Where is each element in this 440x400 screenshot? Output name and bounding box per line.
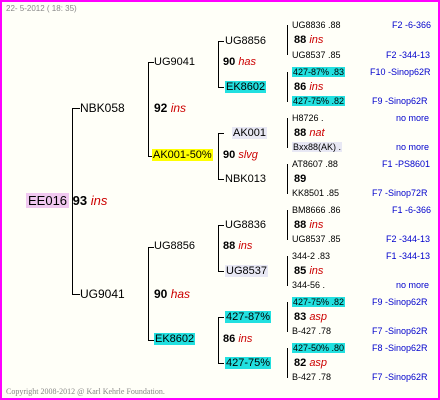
sire-id: NBK058	[80, 101, 125, 115]
timestamp: 22- 5-2012 ( 18: 35)	[6, 4, 77, 13]
root-node[interactable]: EE016 93 ins	[26, 193, 107, 208]
gen5-loc: F7 -Sinop62R	[372, 326, 428, 336]
gen5-loc: F8 -Sinop62R	[372, 343, 428, 353]
gen4-node[interactable]: AK001	[232, 127, 268, 139]
gen5-score: 86 ins	[294, 81, 324, 93]
gen3-score: 90 has	[223, 56, 257, 68]
gen3-node[interactable]: EK8602	[154, 333, 196, 345]
gen5-score: 83 asp	[294, 311, 328, 323]
gen4-node[interactable]: 427-75%	[225, 357, 272, 369]
gen5-id[interactable]: KK8501 .85	[292, 188, 339, 198]
gen5-id[interactable]: 344-56 .	[292, 280, 325, 290]
gen4-node[interactable]: NBK013	[225, 173, 266, 185]
gen3-score: 86 ins	[223, 333, 253, 345]
gen5-id[interactable]: UG8836 .88	[292, 20, 341, 30]
gen5-id[interactable]: 344-2 .83	[292, 251, 330, 261]
gen3-score: 88 ins	[223, 240, 253, 252]
gen5-id[interactable]: BM8666 .86	[292, 205, 341, 215]
gen4-node[interactable]: 427-87%	[225, 311, 272, 323]
gen5-loc: F1 -PS8601	[382, 159, 431, 169]
gen3-node[interactable]: UG8856	[154, 240, 195, 252]
gen5-id[interactable]: B-427 .78	[292, 326, 331, 336]
gen4-node[interactable]: UG8537	[225, 265, 268, 277]
gen5-id[interactable]: AT8607 .88	[292, 159, 338, 169]
gen5-loc: no more	[396, 113, 430, 123]
dam-score: 90 has	[154, 287, 191, 301]
gen5-loc: F10 -Sinop62R	[370, 67, 431, 77]
gen5-loc: F2 -344-13	[386, 50, 431, 60]
root-tag: ins	[90, 193, 108, 208]
gen5-score: 88 nat	[294, 127, 325, 139]
gen5-score: 85 ins	[294, 265, 324, 277]
gen5-id[interactable]: B-427 .78	[292, 372, 331, 382]
gen5-id[interactable]: 427-75% .82	[292, 96, 346, 106]
gen3-node[interactable]: AK001-50%	[152, 149, 213, 161]
gen5-loc: F7 -Sinop62R	[372, 372, 428, 382]
gen5-loc: no more	[396, 142, 430, 152]
gen5-loc: F1 -6-366	[392, 205, 432, 215]
gen5-loc: F2 -344-13	[386, 234, 431, 244]
gen5-id[interactable]: 427-75% .82	[292, 297, 346, 307]
gen5-loc: F1 -344-13	[386, 251, 431, 261]
sire-node[interactable]: NBK058	[80, 101, 125, 115]
gen5-score: 89	[294, 173, 307, 185]
gen5-loc: F7 -Sinop72R	[372, 188, 428, 198]
root-id: EE016	[26, 193, 70, 208]
gen5-id[interactable]: Bxx88(AK) .	[292, 142, 343, 152]
copyright: Copyright 2008-2012 @ Karl Kehrle Founda…	[6, 387, 165, 396]
gen4-node[interactable]: UG8836	[225, 219, 266, 231]
sire-score: 92 ins	[154, 101, 187, 115]
gen5-loc: no more	[396, 280, 430, 290]
gen3-score: 90 slvg	[223, 149, 258, 161]
gen5-id[interactable]: 427-87% .83	[292, 67, 346, 77]
dam-node[interactable]: UG9041	[80, 287, 125, 301]
pedigree-chart: 22- 5-2012 ( 18: 35) Copyright 2008-2012…	[0, 0, 440, 400]
gen4-node[interactable]: EK8602	[225, 81, 267, 93]
gen5-score: 88 ins	[294, 219, 324, 231]
gen5-loc: F9 -Sinop62R	[372, 297, 428, 307]
gen5-id[interactable]: UG8537 .85	[292, 50, 341, 60]
gen5-loc: F9 -Sinop62R	[372, 96, 428, 106]
gen5-score: 82 asp	[294, 357, 328, 369]
gen5-loc: F2 -6-366	[392, 20, 432, 30]
gen5-id[interactable]: UG8537 .85	[292, 234, 341, 244]
gen5-id[interactable]: 427-50% .80	[292, 343, 346, 353]
root-score: 93	[72, 193, 88, 208]
gen5-id[interactable]: H8726 .	[292, 113, 324, 123]
gen3-node[interactable]: UG9041	[154, 56, 195, 68]
dam-id: UG9041	[80, 287, 125, 301]
gen4-node[interactable]: UG8856	[225, 35, 266, 47]
gen5-score: 88 ins	[294, 34, 324, 46]
